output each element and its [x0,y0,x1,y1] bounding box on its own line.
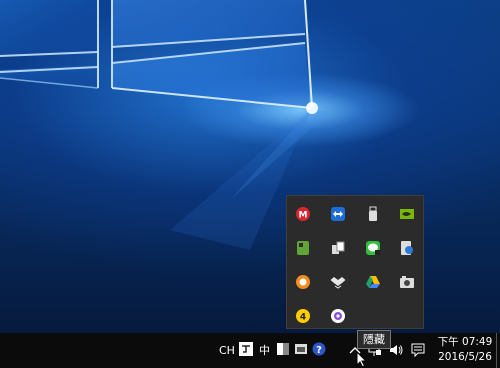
evernote-icon[interactable] [293,238,313,258]
help-icon[interactable]: ? [312,342,326,356]
action-center-icon[interactable] [410,342,426,358]
desktop-wallpaper [0,0,500,333]
clock-date: 2016/5/26 [438,351,492,363]
mouse-cursor-icon [356,351,368,368]
mega-icon[interactable]: M [293,204,313,224]
input-language-indicator[interactable]: CH [219,342,235,358]
device-icon[interactable] [397,238,417,258]
norton-icon[interactable]: 4 [293,306,313,326]
camera-icon[interactable] [397,272,417,292]
fullwidth-halfwidth-icon[interactable] [276,342,290,356]
show-desktop-divider[interactable] [496,333,497,368]
hidden-icons-tooltip: 隱藏 [357,330,391,349]
hidden-icons-flyout: M 4 [286,195,424,329]
teamviewer-icon[interactable] [328,204,348,224]
svg-text:?: ? [316,345,322,356]
svg-text:4: 4 [300,313,306,323]
ime-mode-indicator[interactable]: 中 [259,342,270,358]
copy-icon[interactable] [328,238,348,258]
picasa-icon[interactable] [328,306,348,326]
svg-text:M: M [299,211,308,221]
usb-drive-icon[interactable] [363,204,383,224]
ime-toggle-icon[interactable] [239,342,253,356]
avast-icon[interactable] [293,272,313,292]
windows-logo-wallpaper [0,0,330,250]
taskbar: CH 中 ? 下午 07:49 2016/5/26 [0,333,500,368]
line-icon[interactable] [363,238,383,258]
google-drive-icon[interactable] [363,272,383,292]
dropbox-icon[interactable] [328,272,348,292]
nvidia-icon[interactable] [397,204,417,224]
taskbar-clock[interactable]: 下午 07:49 2016/5/26 [436,335,494,365]
ime-keyboard-icon[interactable] [294,342,308,356]
clock-time: 下午 07:49 [437,336,493,348]
